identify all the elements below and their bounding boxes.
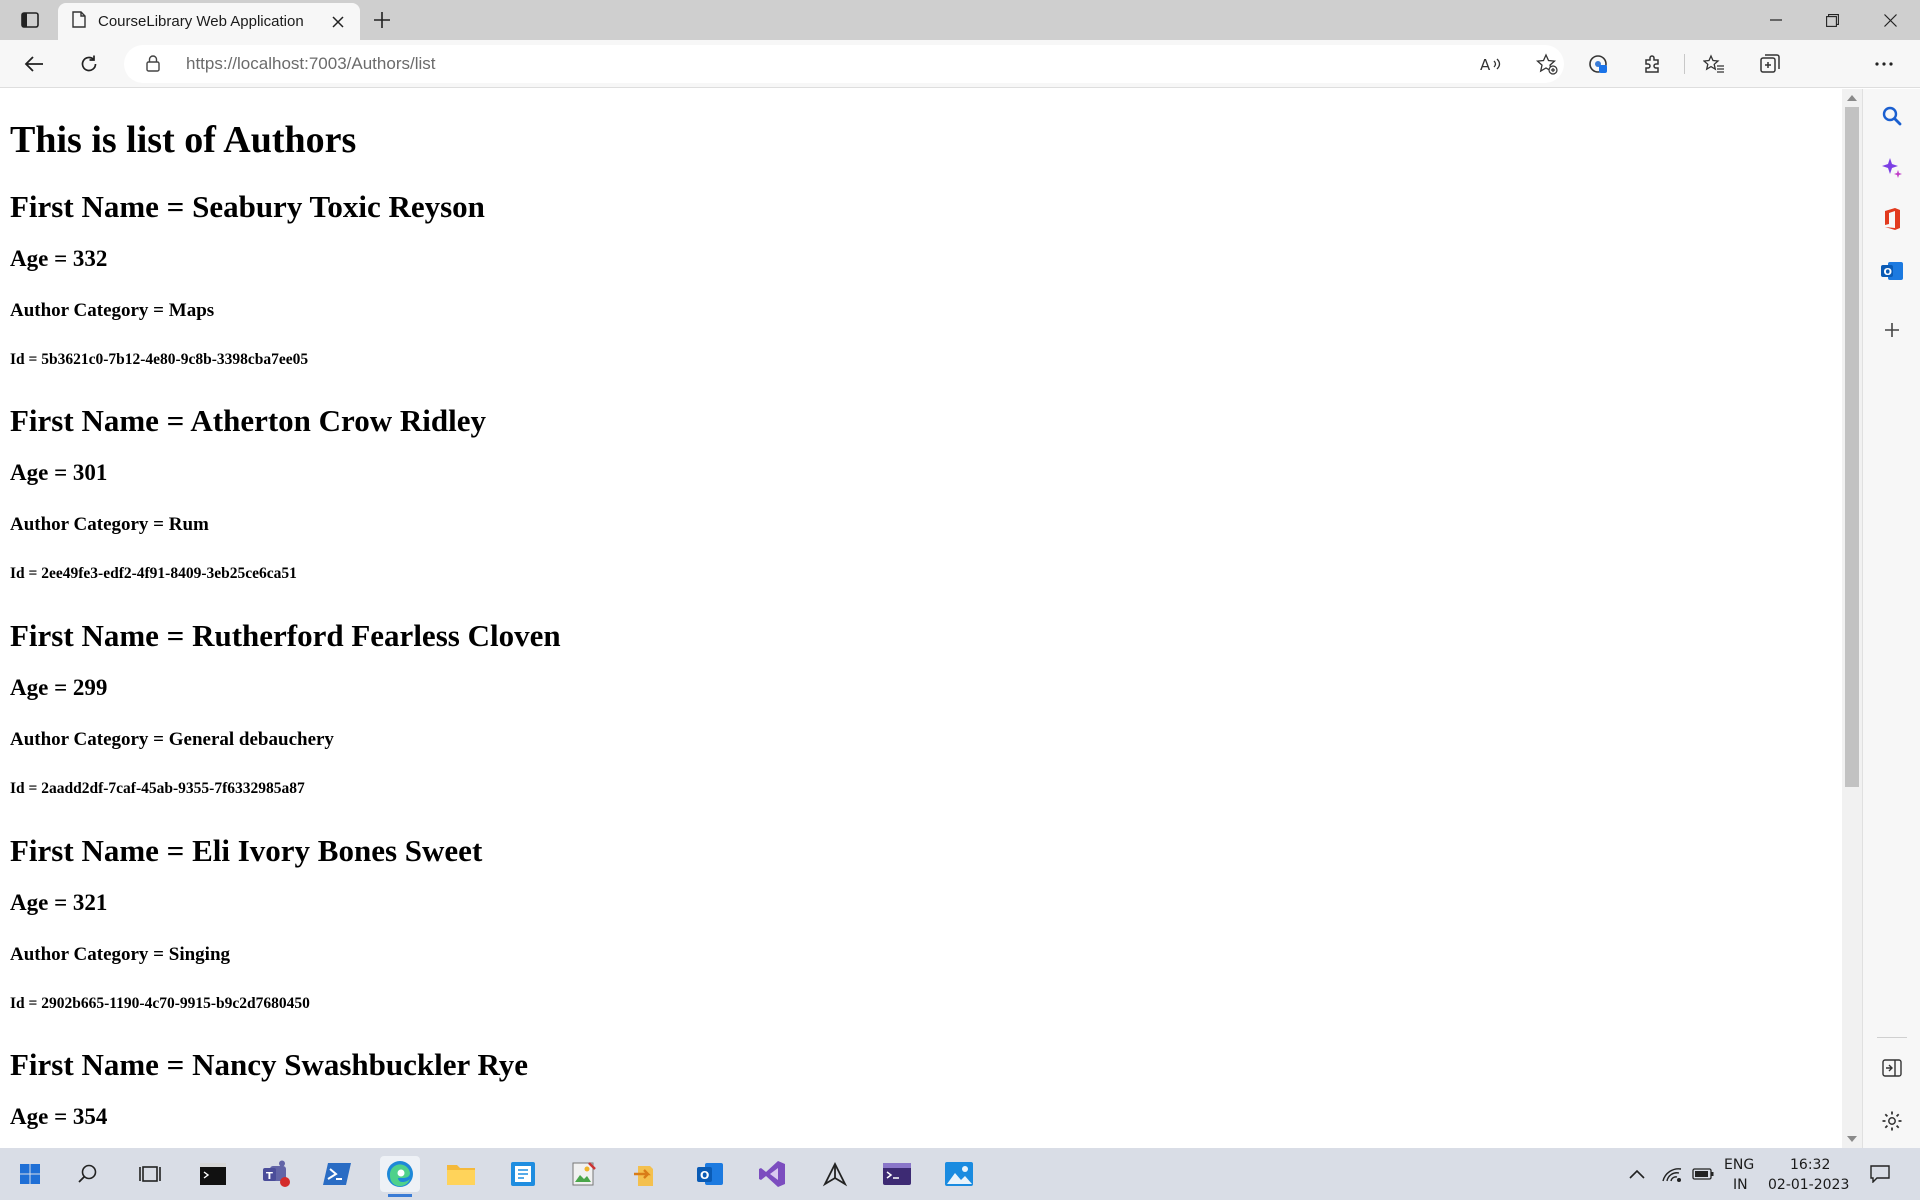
- author-age: Age = 299: [10, 675, 108, 700]
- search-icon[interactable]: [1876, 100, 1908, 132]
- taskbar-search-icon[interactable]: [68, 1156, 108, 1192]
- author-id: Id = 2ee49fe3-edf2-4f91-8409-3eb25ce6ca5…: [10, 565, 297, 582]
- task-view-icon[interactable]: [130, 1156, 170, 1192]
- scroll-up-arrow[interactable]: [1847, 95, 1857, 101]
- url-text[interactable]: https://localhost:7003/Authors/list: [186, 54, 435, 74]
- author-first-name: First Name = Eli Ivory Bones Sweet: [10, 833, 483, 868]
- settings-icon[interactable]: [1876, 1105, 1908, 1137]
- tab-active[interactable]: CourseLibrary Web Application: [58, 3, 360, 40]
- svg-text:T: T: [266, 1171, 273, 1182]
- file-explorer-app-icon[interactable]: [441, 1156, 481, 1192]
- svg-text:O: O: [700, 1169, 709, 1182]
- clock-time[interactable]: 16:32: [1790, 1157, 1830, 1173]
- notifications-icon[interactable]: [1862, 1156, 1898, 1192]
- author-category: Author Category = Rum: [10, 514, 209, 535]
- author-category: Author Category = General debauchery: [10, 729, 334, 750]
- favorites-icon[interactable]: [1698, 48, 1730, 80]
- app-icon-pen[interactable]: [815, 1156, 855, 1192]
- tab-title: CourseLibrary Web Application: [98, 13, 304, 30]
- plus-icon[interactable]: [368, 6, 396, 34]
- page-viewport: This is list of Authors First Name = Sea…: [0, 89, 1842, 1148]
- scroll-thumb[interactable]: [1845, 107, 1859, 787]
- lock-icon[interactable]: [146, 55, 160, 76]
- powershell-app-icon[interactable]: [317, 1156, 357, 1192]
- windows-start-icon[interactable]: [10, 1156, 50, 1192]
- more-icon[interactable]: [1868, 48, 1900, 80]
- language-indicator[interactable]: ENG: [1724, 1157, 1754, 1173]
- app-icon-blue-form[interactable]: [503, 1156, 543, 1192]
- terminal-app-icon[interactable]: [193, 1156, 233, 1192]
- terminal-purple-app-icon[interactable]: [877, 1156, 917, 1192]
- collections-icon[interactable]: [1754, 48, 1786, 80]
- visual-studio-app-icon[interactable]: [752, 1156, 792, 1192]
- scroll-down-arrow[interactable]: [1847, 1136, 1857, 1142]
- author-first-name: First Name = Atherton Crow Ridley: [10, 403, 486, 438]
- office-icon[interactable]: [1876, 203, 1908, 235]
- add-icon[interactable]: [1876, 314, 1908, 346]
- wifi-icon[interactable]: [1655, 1156, 1689, 1192]
- extensions-icon[interactable]: [1637, 48, 1669, 80]
- clock-date[interactable]: 02-01-2023: [1768, 1177, 1849, 1193]
- back-icon[interactable]: [18, 48, 50, 80]
- close-icon[interactable]: [328, 12, 348, 32]
- windows-taskbar: T O ENG IN 16:32 02-01-2023: [0, 1148, 1920, 1200]
- author-category: Author Category = Maps: [10, 300, 215, 321]
- browser-toolbar: https://localhost:7003/Authors/list A: [0, 40, 1920, 118]
- url-path: :7003/Authors/list: [304, 54, 436, 73]
- svg-text:O: O: [1884, 267, 1893, 278]
- edge-app-icon[interactable]: [380, 1156, 420, 1197]
- close-window-icon[interactable]: [1862, 0, 1918, 40]
- svg-text:A: A: [1480, 56, 1491, 73]
- photos-app-icon[interactable]: [939, 1156, 979, 1192]
- author-category: Author Category = Singing: [10, 944, 231, 965]
- page-heading: This is list of Authors: [10, 119, 357, 161]
- author-id: Id = 5b3621c0-7b12-4e80-9c8b-3398cba7ee0…: [10, 351, 309, 368]
- author-id: Id = 2aadd2df-7caf-45ab-9355-7f6332985a8…: [10, 780, 305, 797]
- sidebar-divider: [1877, 1037, 1907, 1038]
- read-aloud-icon[interactable]: A: [1476, 49, 1506, 79]
- favorite-add-icon[interactable]: [1532, 49, 1562, 79]
- author-age: Age = 301: [10, 460, 108, 485]
- author-first-name: First Name = Nancy Swashbuckler Rye: [10, 1047, 529, 1082]
- url-host: https://localhost: [186, 54, 305, 73]
- tracking-icon[interactable]: [1582, 48, 1614, 80]
- chevron-up-icon[interactable]: [1622, 1156, 1652, 1192]
- hide-sidebar-icon[interactable]: [1876, 1052, 1908, 1084]
- tab-actions-icon[interactable]: [14, 6, 46, 34]
- image-editor-app-icon[interactable]: [564, 1156, 604, 1192]
- file-transfer-app-icon[interactable]: [627, 1156, 667, 1192]
- restore-icon[interactable]: [1804, 0, 1860, 40]
- author-id: Id = 2902b665-1190-4c70-9915-b9c2d768045…: [10, 995, 310, 1012]
- title-bar: CourseLibrary Web Application: [0, 0, 1920, 40]
- author-age: Age = 332: [10, 246, 108, 271]
- edge-sidebar: O: [1862, 89, 1920, 1148]
- minimize-icon[interactable]: [1748, 0, 1804, 40]
- page-scrollbar[interactable]: [1842, 89, 1862, 1148]
- toolbar-separator: [1684, 54, 1685, 74]
- region-indicator[interactable]: IN: [1733, 1177, 1748, 1193]
- author-age: Age = 354: [10, 1104, 108, 1129]
- address-bar[interactable]: https://localhost:7003/Authors/list A: [124, 45, 1564, 83]
- refresh-icon[interactable]: [73, 48, 105, 80]
- author-first-name: First Name = Seabury Toxic Reyson: [10, 189, 485, 224]
- teams-app-icon[interactable]: T: [256, 1156, 296, 1192]
- author-age: Age = 321: [10, 890, 108, 915]
- outlook-app-icon[interactable]: O: [690, 1156, 730, 1192]
- copilot-icon[interactable]: [1876, 152, 1908, 184]
- battery-icon[interactable]: [1686, 1156, 1720, 1192]
- outlook-icon[interactable]: O: [1876, 255, 1908, 287]
- author-first-name: First Name = Rutherford Fearless Cloven: [10, 618, 561, 653]
- page-icon: [72, 11, 86, 32]
